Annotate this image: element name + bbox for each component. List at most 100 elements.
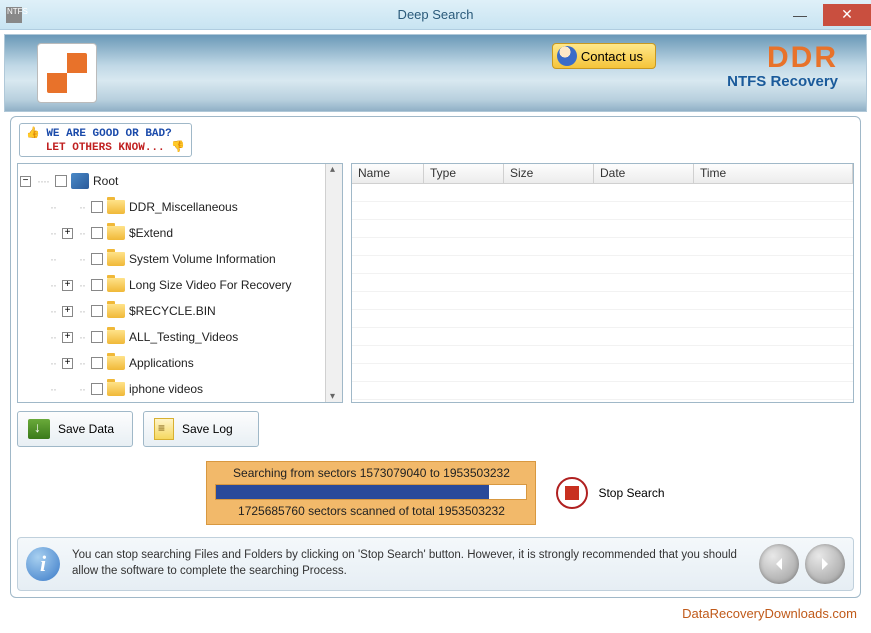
progress-box: Searching from sectors 1573079040 to 195…: [206, 461, 536, 525]
info-icon: i: [26, 547, 60, 581]
col-date[interactable]: Date: [594, 164, 694, 183]
tree-item-label: DDR_Miscellaneous: [129, 200, 238, 214]
tree-expander[interactable]: +: [62, 332, 73, 343]
progress-area: Searching from sectors 1573079040 to 195…: [17, 461, 854, 525]
brand-subtitle: NTFS Recovery: [727, 73, 838, 90]
tree-checkbox[interactable]: [91, 357, 103, 369]
col-name[interactable]: Name: [352, 164, 424, 183]
close-button[interactable]: ✕: [823, 4, 871, 26]
info-bar: i You can stop searching Files and Folde…: [17, 537, 854, 591]
folder-icon: [107, 252, 125, 266]
tree-item-label: ALL_Testing_Videos: [129, 330, 238, 344]
tree-checkbox[interactable]: [91, 201, 103, 213]
tree-checkbox[interactable]: [91, 253, 103, 265]
tree-root-label[interactable]: Root: [93, 174, 118, 188]
progress-searching-text: Searching from sectors 1573079040 to 195…: [215, 466, 527, 480]
tree-expander[interactable]: −: [20, 176, 31, 187]
brand: DDR NTFS Recovery: [727, 41, 838, 90]
tree-checkbox[interactable]: [55, 175, 67, 187]
col-type[interactable]: Type: [424, 164, 504, 183]
chevron-left-icon: [771, 556, 787, 572]
tree-expander[interactable]: +: [62, 306, 73, 317]
progress-scanned-text: 1725685760 sectors scanned of total 1953…: [215, 504, 527, 518]
tree-item[interactable]: ··+··$RECYCLE.BIN: [20, 298, 340, 324]
brand-name: DDR: [727, 41, 838, 75]
feedback-line2: LET OTHERS KNOW...: [46, 142, 165, 154]
tree-item-label: Applications: [129, 356, 194, 370]
grid-row: [352, 310, 853, 328]
tree-expander[interactable]: +: [62, 280, 73, 291]
grid-row: [352, 184, 853, 202]
folder-tree: −····Root····DDR_Miscellaneous··+··$Exte…: [17, 163, 343, 403]
progress-bar: [215, 484, 527, 500]
avatar-icon: [557, 46, 577, 66]
tree-expander[interactable]: +: [62, 228, 73, 239]
tree-checkbox[interactable]: [91, 305, 103, 317]
tree-scrollbar[interactable]: [325, 164, 342, 402]
tree-checkbox[interactable]: [91, 383, 103, 395]
grid-row: [352, 274, 853, 292]
tree-item[interactable]: ····System Volume Information: [20, 246, 340, 272]
info-text: You can stop searching Files and Folders…: [72, 548, 747, 579]
tree-item-label: iphone videos: [129, 382, 203, 396]
folder-icon: [107, 200, 125, 214]
grid-row: [352, 382, 853, 400]
save-log-button[interactable]: Save Log: [143, 411, 259, 447]
folder-icon: [107, 330, 125, 344]
drive-icon: [71, 173, 89, 189]
tree-checkbox[interactable]: [91, 227, 103, 239]
tree-item-label: $RECYCLE.BIN: [129, 304, 216, 318]
next-button[interactable]: [805, 544, 845, 584]
tree-expander[interactable]: +: [62, 358, 73, 369]
save-data-icon: [28, 419, 50, 439]
main-card: 👍 WE ARE GOOD OR BAD? LET OTHERS KNOW...…: [10, 116, 861, 598]
grid-row: [352, 292, 853, 310]
contact-label: Contact us: [581, 49, 643, 64]
stop-search-button[interactable]: [556, 477, 588, 509]
logo: [37, 43, 97, 103]
grid-row: [352, 256, 853, 274]
thumbs-down-icon: 👎: [171, 140, 185, 154]
tree-item[interactable]: ··+··$Extend: [20, 220, 340, 246]
tree-checkbox[interactable]: [91, 331, 103, 343]
save-log-icon: [154, 418, 174, 440]
tree-item[interactable]: ····iphone videos: [20, 376, 340, 402]
minimize-button[interactable]: —: [777, 4, 823, 26]
col-time[interactable]: Time: [694, 164, 853, 183]
tree-item[interactable]: ····DDR_Miscellaneous: [20, 194, 340, 220]
app-icon: NTFS: [6, 7, 22, 23]
feedback-banner[interactable]: 👍 WE ARE GOOD OR BAD? LET OTHERS KNOW...…: [19, 123, 192, 157]
grid-row: [352, 220, 853, 238]
col-size[interactable]: Size: [504, 164, 594, 183]
grid-row: [352, 364, 853, 382]
file-grid: Name Type Size Date Time: [351, 163, 854, 403]
tree-item-label: System Volume Information: [129, 252, 276, 266]
footer-link[interactable]: DataRecoveryDownloads.com: [0, 598, 871, 621]
prev-button[interactable]: [759, 544, 799, 584]
grid-row: [352, 202, 853, 220]
grid-row: [352, 328, 853, 346]
stop-icon: [565, 486, 579, 500]
feedback-line1: WE ARE GOOD OR BAD?: [46, 128, 171, 140]
progress-fill: [216, 485, 489, 499]
tree-checkbox[interactable]: [91, 279, 103, 291]
tree-item[interactable]: ··+··ALL_Testing_Videos: [20, 324, 340, 350]
tree-item-label: Long Size Video For Recovery: [129, 278, 292, 292]
folder-icon: [107, 226, 125, 240]
tree-item[interactable]: ··+··Long Size Video For Recovery: [20, 272, 340, 298]
thumbs-up-icon: 👍: [26, 126, 40, 140]
folder-icon: [107, 278, 125, 292]
save-log-label: Save Log: [182, 422, 233, 436]
folder-icon: [107, 382, 125, 396]
grid-row: [352, 346, 853, 364]
folder-icon: [107, 356, 125, 370]
titlebar: NTFS Deep Search — ✕: [0, 0, 871, 30]
grid-row: [352, 238, 853, 256]
action-bar: Save Data Save Log: [17, 411, 854, 447]
folder-icon: [107, 304, 125, 318]
grid-header: Name Type Size Date Time: [352, 164, 853, 184]
save-data-button[interactable]: Save Data: [17, 411, 133, 447]
window-title: Deep Search: [398, 7, 474, 22]
contact-us-button[interactable]: Contact us: [552, 43, 656, 69]
tree-item[interactable]: ··+··Applications: [20, 350, 340, 376]
